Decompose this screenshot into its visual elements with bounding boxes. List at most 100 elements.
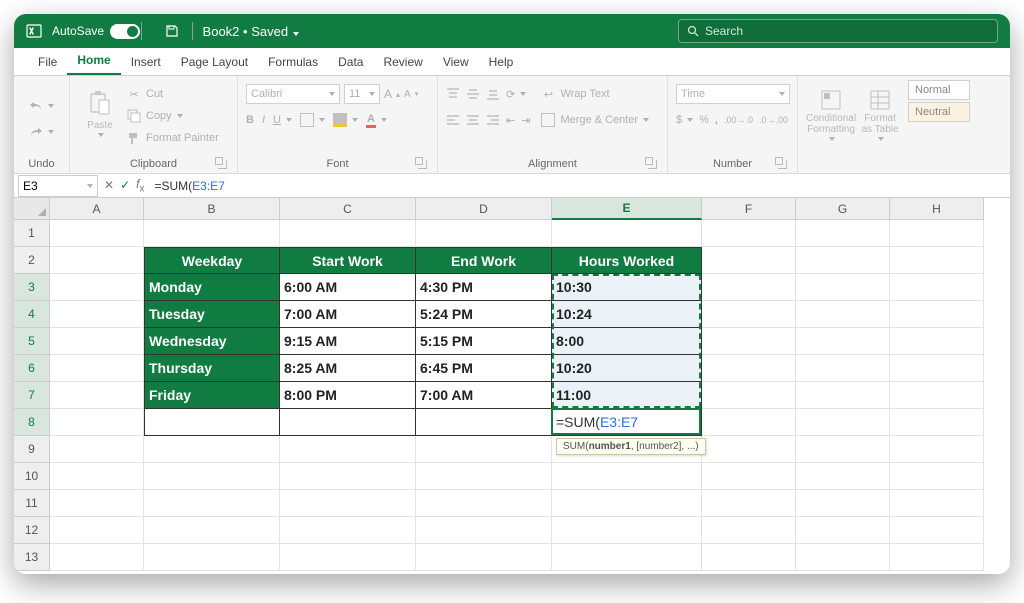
formula-input[interactable]: =SUM(E3:E7 [150,179,1010,193]
border-button[interactable] [300,110,325,130]
bold-button[interactable]: B [246,110,254,130]
paste-button[interactable]: Paste [78,80,122,146]
row-header-5[interactable]: 5 [14,328,50,355]
tab-file[interactable]: File [28,49,67,75]
cancel-formula-button[interactable]: ✕ [104,178,114,192]
cell-H8[interactable] [890,409,984,436]
cell-G10[interactable] [796,463,890,490]
column-header-C[interactable]: C [280,198,416,220]
cell-A12[interactable] [50,517,144,544]
align-center-button[interactable] [466,110,480,130]
column-header-E[interactable]: E [552,198,702,220]
tab-page-layout[interactable]: Page Layout [171,49,258,75]
cell-A6[interactable] [50,355,144,382]
cell-A1[interactable] [50,220,144,247]
format-painter-button[interactable]: Format Painter [126,128,219,148]
cell-G5[interactable] [796,328,890,355]
cell-H11[interactable] [890,490,984,517]
cell-D2[interactable]: End Work [416,247,552,274]
cell-C9[interactable] [280,436,416,463]
column-header-D[interactable]: D [416,198,552,220]
cell-C6[interactable]: 8:25 AM [280,355,416,382]
increase-decimal-button[interactable]: .00→.0 [724,110,753,130]
row-header-2[interactable]: 2 [14,247,50,274]
accept-formula-button[interactable]: ✓ [120,178,130,192]
cell-E8[interactable]: =SUM(E3:E7 [552,409,702,436]
cell-D1[interactable] [416,220,552,247]
cell-D7[interactable]: 7:00 AM [416,382,552,409]
row-header-12[interactable]: 12 [14,517,50,544]
decrease-font-button[interactable]: A▾ [404,84,418,104]
column-header-F[interactable]: F [702,198,796,220]
accounting-format-button[interactable]: $ [676,110,693,130]
align-right-button[interactable] [486,110,500,130]
name-box[interactable]: E3 [18,175,98,197]
column-header-H[interactable]: H [890,198,984,220]
row-header-8[interactable]: 8 [14,409,50,436]
cell-C3[interactable]: 6:00 AM [280,274,416,301]
cell-G4[interactable] [796,301,890,328]
cell-E10[interactable] [552,463,702,490]
cell-C8[interactable] [280,409,416,436]
orientation-button[interactable]: ⟳ [506,84,526,104]
cell-H12[interactable] [890,517,984,544]
tab-formulas[interactable]: Formulas [258,49,328,75]
column-header-G[interactable]: G [796,198,890,220]
cell-E6[interactable]: 10:20 [552,355,702,382]
row-header-3[interactable]: 3 [14,274,50,301]
copy-button[interactable]: Copy [126,106,219,126]
cell-B2[interactable]: Weekday [144,247,280,274]
cell-F9[interactable] [702,436,796,463]
column-header-B[interactable]: B [144,198,280,220]
cell-E12[interactable] [552,517,702,544]
cell-A7[interactable] [50,382,144,409]
cell-D13[interactable] [416,544,552,571]
cell-G3[interactable] [796,274,890,301]
cell-F5[interactable] [702,328,796,355]
decrease-indent-button[interactable]: ⇤ [506,110,515,130]
cell-A11[interactable] [50,490,144,517]
cell-C2[interactable]: Start Work [280,247,416,274]
cell-C4[interactable]: 7:00 AM [280,301,416,328]
style-neutral[interactable]: Neutral [908,102,970,122]
cell-H4[interactable] [890,301,984,328]
spreadsheet-grid[interactable]: ABCDEFGH 12345678910111213 WeekdayStart … [14,198,1010,574]
font-family-select[interactable]: Calibri [246,84,340,104]
cell-F10[interactable] [702,463,796,490]
cell-B3[interactable]: Monday [144,274,280,301]
align-middle-button[interactable] [466,84,480,104]
tab-insert[interactable]: Insert [121,49,171,75]
save-icon[interactable] [162,21,182,41]
cell-H9[interactable] [890,436,984,463]
cell-H6[interactable] [890,355,984,382]
row-header-1[interactable]: 1 [14,220,50,247]
cell-D6[interactable]: 6:45 PM [416,355,552,382]
cell-A9[interactable] [50,436,144,463]
wrap-text-button[interactable]: ↩Wrap Text [540,84,649,104]
align-left-button[interactable] [446,110,460,130]
cell-G9[interactable] [796,436,890,463]
format-as-table-button[interactable]: Format as Table [860,82,900,148]
cell-G11[interactable] [796,490,890,517]
cell-H5[interactable] [890,328,984,355]
cell-G1[interactable] [796,220,890,247]
cell-H1[interactable] [890,220,984,247]
cell-C11[interactable] [280,490,416,517]
cell-D12[interactable] [416,517,552,544]
cell-B10[interactable] [144,463,280,490]
cell-E2[interactable]: Hours Worked [552,247,702,274]
cell-G7[interactable] [796,382,890,409]
cell-E1[interactable] [552,220,702,247]
cell-F6[interactable] [702,355,796,382]
tab-data[interactable]: Data [328,49,373,75]
cell-A2[interactable] [50,247,144,274]
cell-G6[interactable] [796,355,890,382]
cell-C1[interactable] [280,220,416,247]
tab-review[interactable]: Review [373,49,432,75]
undo-button[interactable] [29,96,54,116]
row-header-6[interactable]: 6 [14,355,50,382]
cell-B13[interactable] [144,544,280,571]
cell-H2[interactable] [890,247,984,274]
cell-A10[interactable] [50,463,144,490]
conditional-formatting-button[interactable]: Conditional Formatting [806,82,856,148]
